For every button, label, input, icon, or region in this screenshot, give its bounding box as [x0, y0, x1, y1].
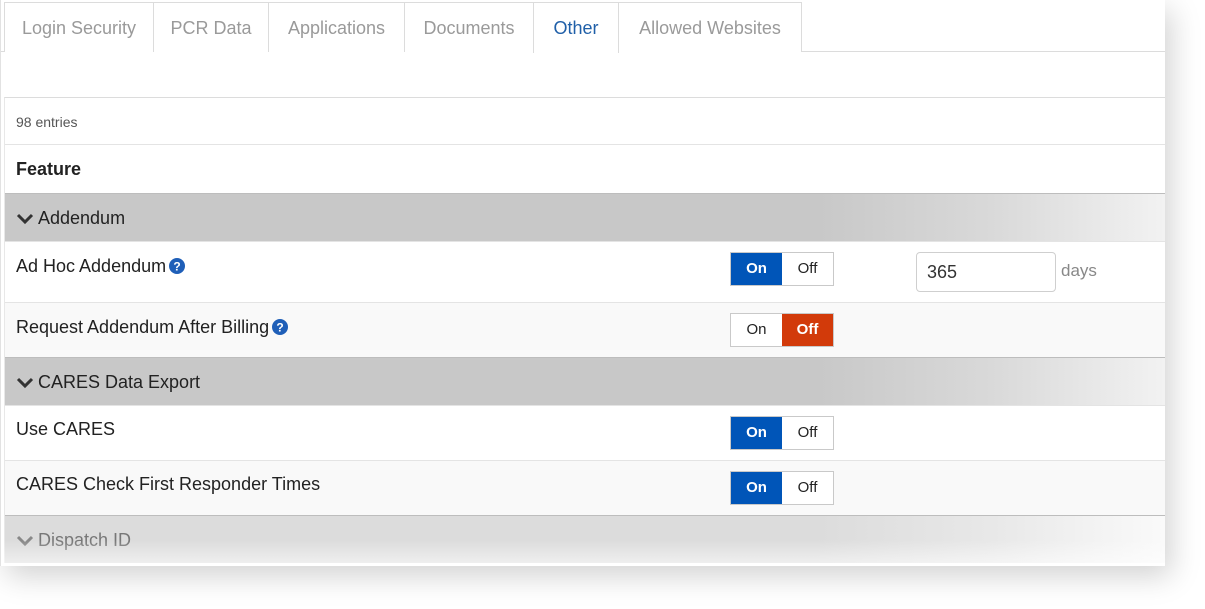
tab-bar: Login Security PCR Data Applications Doc…: [1, 0, 1165, 53]
toggle-off-option[interactable]: Off: [782, 417, 833, 449]
group-title: Dispatch ID: [38, 530, 132, 550]
toggle-on-option[interactable]: On: [731, 314, 782, 346]
tab-documents[interactable]: Documents: [404, 2, 534, 52]
tab-applications[interactable]: Applications: [268, 2, 405, 52]
tab-other[interactable]: Other: [533, 2, 619, 53]
toggle-ad-hoc-addendum[interactable]: On Off: [730, 252, 834, 286]
group-header-cares-data-export[interactable]: CARES Data Export: [5, 357, 1165, 405]
toggle-cares-check-times[interactable]: On Off: [730, 471, 834, 505]
group-header-addendum[interactable]: Addendum: [5, 193, 1165, 241]
toggle-off-option[interactable]: Off: [782, 472, 833, 504]
tab-pcr-data[interactable]: PCR Data: [153, 2, 269, 52]
chevron-down-icon: [16, 213, 34, 225]
toggle-off-option[interactable]: Off: [782, 253, 833, 285]
feature-row-request-addendum: Request Addendum After Billing? On Off: [5, 302, 1165, 357]
toggle-on-option[interactable]: On: [731, 472, 782, 504]
question-circle-icon[interactable]: ?: [169, 258, 186, 274]
svg-text:?: ?: [173, 260, 180, 274]
entries-count: 98 entries: [5, 98, 1165, 145]
column-header-feature: Feature: [16, 159, 82, 179]
days-unit-label: days: [1061, 261, 1097, 280]
toggle-use-cares[interactable]: On Off: [730, 416, 834, 450]
tab-allowed-websites[interactable]: Allowed Websites: [618, 2, 802, 52]
settings-panel: Login Security PCR Data Applications Doc…: [0, 0, 1165, 566]
chevron-down-icon: [16, 535, 34, 547]
feature-label: Request Addendum After Billing: [16, 317, 270, 337]
chevron-down-icon: [16, 377, 34, 389]
toggle-request-addendum[interactable]: On Off: [730, 313, 834, 347]
feature-row-cares-check-times: CARES Check First Responder Times On Off: [5, 460, 1165, 515]
feature-row-ad-hoc-addendum: Ad Hoc Addendum? On Off days: [5, 241, 1165, 302]
question-circle-icon[interactable]: ?: [272, 319, 289, 335]
svg-text:?: ?: [277, 321, 284, 335]
group-title: CARES Data Export: [38, 372, 201, 392]
group-header-dispatch-id[interactable]: Dispatch ID: [5, 515, 1165, 563]
addendum-days-input[interactable]: [916, 252, 1056, 292]
toggle-on-option[interactable]: On: [731, 417, 782, 449]
feature-label: Ad Hoc Addendum: [16, 256, 167, 276]
feature-label: CARES Check First Responder Times: [16, 474, 321, 494]
feature-label: Use CARES: [16, 419, 116, 439]
features-table: 98 entries Feature Addendum Ad Hoc Adden…: [4, 97, 1165, 563]
feature-row-use-cares: Use CARES On Off: [5, 405, 1165, 460]
toggle-on-option[interactable]: On: [731, 253, 782, 285]
tab-login-security[interactable]: Login Security: [4, 2, 154, 52]
group-title: Addendum: [38, 208, 126, 228]
toggle-off-option[interactable]: Off: [782, 314, 833, 346]
